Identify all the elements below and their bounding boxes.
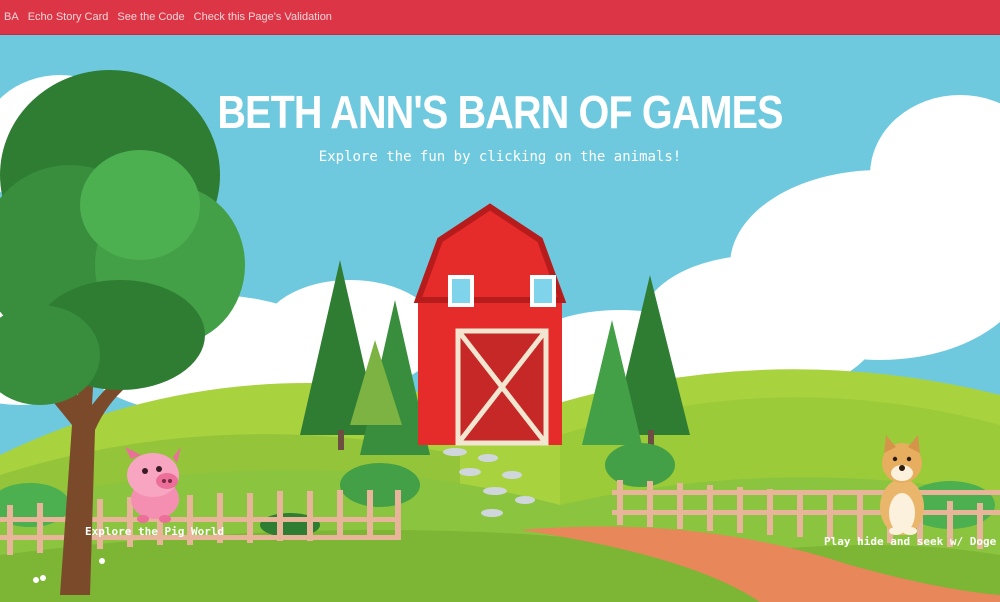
nav-link-echo-story-card[interactable]: Echo Story Card [28, 11, 109, 23]
farm-scene: BETH ANN'S BARN OF GAMES Explore the fun… [0, 35, 1000, 602]
page-title: BETH ANN'S BARN OF GAMES [217, 86, 783, 138]
doge-icon [880, 435, 924, 535]
doge-caption[interactable]: Play hide and seek w/ Doge [824, 535, 996, 548]
nav-link-ba[interactable]: BA [4, 11, 19, 23]
red-barn [413, 203, 567, 446]
doge-link[interactable] [872, 435, 932, 535]
pig-icon [125, 447, 181, 523]
nav-link-validation[interactable]: Check this Page's Validation [194, 11, 332, 23]
pig-world-link[interactable] [115, 447, 197, 527]
pig-caption[interactable]: Explore the Pig World [85, 525, 224, 538]
top-navbar: BA Echo Story Card See the Code Check th… [0, 0, 1000, 35]
page-subtitle: Explore the fun by clicking on the anima… [318, 149, 682, 165]
nav-link-see-the-code[interactable]: See the Code [117, 11, 184, 23]
